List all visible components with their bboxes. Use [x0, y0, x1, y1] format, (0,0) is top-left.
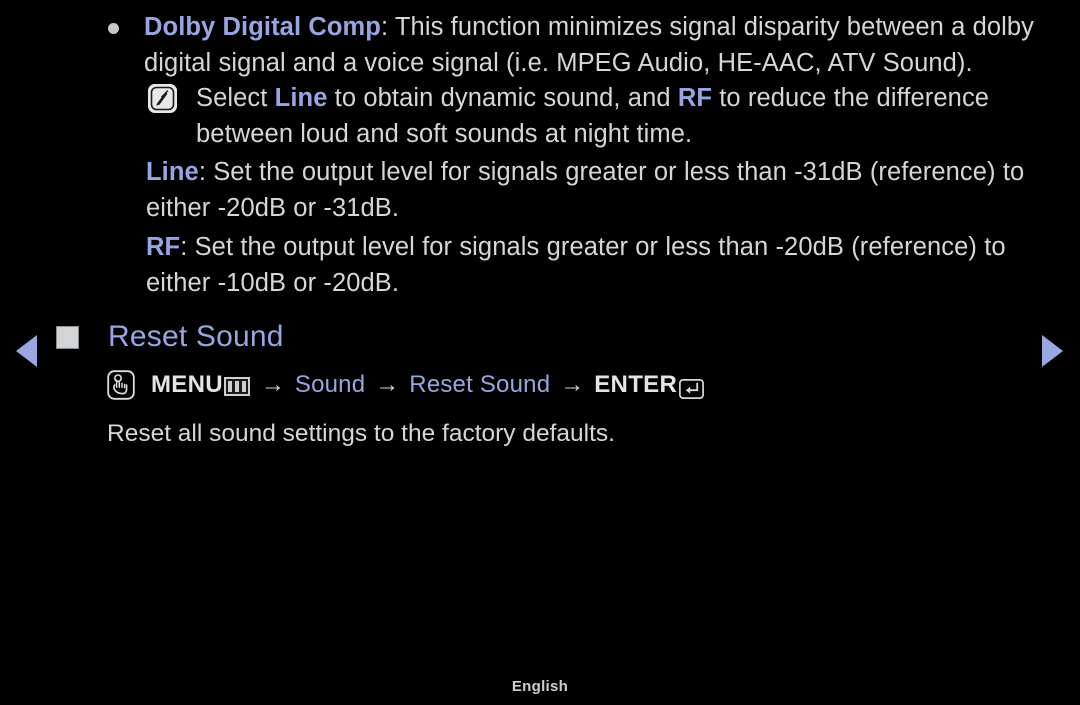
note-text-2: to obtain dynamic sound, and: [327, 84, 678, 112]
line-body: Set the output level for signals greater…: [146, 158, 1025, 222]
note-text-1: Select: [196, 84, 275, 112]
path-arrow-2: →: [375, 371, 400, 398]
path-item-sound: Sound: [294, 371, 366, 398]
note-callout: Select Line to obtain dynamic sound, and…: [148, 80, 1028, 152]
term-dolby-digital-comp: Dolby Digital Comp: [144, 13, 381, 41]
bullet-item-dolby-digital-comp: Dolby Digital Comp: This function minimi…: [108, 9, 1038, 81]
paragraph-line: Line: Set the output level for signals g…: [146, 154, 1036, 226]
e-manual-page: Dolby Digital Comp: This function minimi…: [0, 0, 1080, 705]
section-square-marker-icon: [56, 325, 79, 349]
footer-language: English: [511, 678, 569, 695]
paragraph-rf: RF: Set the output level for signals gre…: [146, 229, 1036, 301]
term-rf: RF: [677, 84, 713, 112]
path-arrow-3: →: [560, 371, 585, 398]
next-page-arrow[interactable]: [1042, 335, 1063, 367]
term-rf-heading: RF: [146, 233, 181, 261]
section-description: Reset all sound settings to the factory …: [107, 420, 615, 447]
line-colon: :: [198, 158, 207, 186]
term-line: Line: [274, 84, 328, 112]
previous-page-arrow[interactable]: [16, 335, 37, 367]
path-item-reset-sound: Reset Sound: [409, 371, 551, 398]
menu-grid-icon: [223, 376, 250, 396]
enter-label: ENTER: [594, 371, 678, 398]
note-pen-icon: [148, 84, 177, 113]
menu-label: MENU: [151, 371, 223, 398]
term-line-heading: Line: [146, 158, 199, 186]
path-arrow-1: →: [260, 371, 285, 398]
enter-return-icon: [679, 377, 705, 399]
section-title: Reset Sound: [108, 320, 284, 353]
rf-body: Set the output level for signals greater…: [146, 233, 1006, 297]
bullet-dot-icon: [108, 23, 119, 34]
hand-pointer-icon: [107, 370, 135, 400]
note-text: Select Line to obtain dynamic sound, and…: [196, 80, 1028, 152]
bullet-item-text: Dolby Digital Comp: This function minimi…: [144, 9, 1038, 81]
section-heading-reset-sound: Reset Sound: [56, 320, 284, 354]
menu-path: MENU → Sound → Reset Sound → ENTER: [107, 370, 705, 400]
